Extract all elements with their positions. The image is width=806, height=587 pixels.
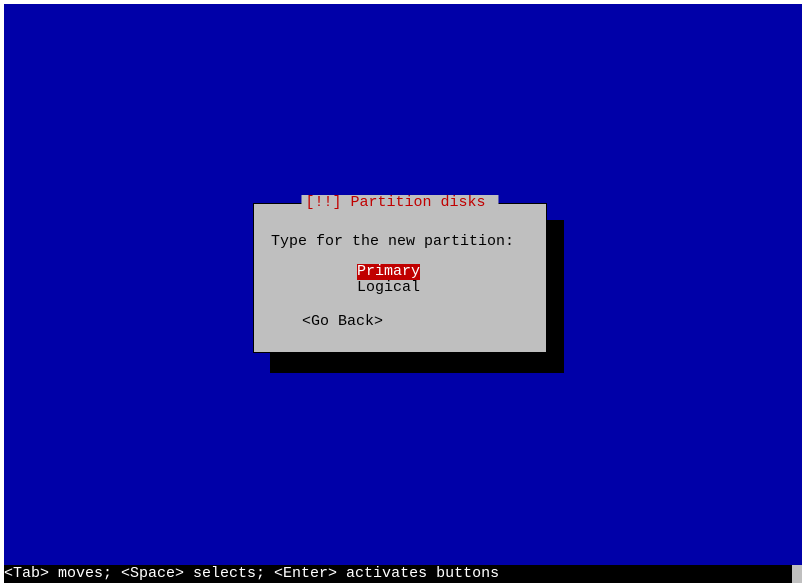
dialog-title: [!!] Partition disks [301,195,498,211]
option-primary[interactable]: Primary [357,264,420,280]
text-cursor [792,565,802,583]
status-bar: <Tab> moves; <Space> selects; <Enter> ac… [4,565,802,583]
dialog-shadow-right [547,220,564,373]
installer-screen: [!!] Partition disks Type for the new pa… [4,4,802,583]
partition-dialog: [!!] Partition disks Type for the new pa… [253,203,547,353]
option-logical[interactable]: Logical [357,280,420,296]
partition-type-options: Primary Logical [357,264,420,296]
go-back-button[interactable]: <Go Back> [302,314,383,330]
dialog-prompt: Type for the new partition: [271,234,514,250]
dialog-shadow-bottom [270,353,564,373]
